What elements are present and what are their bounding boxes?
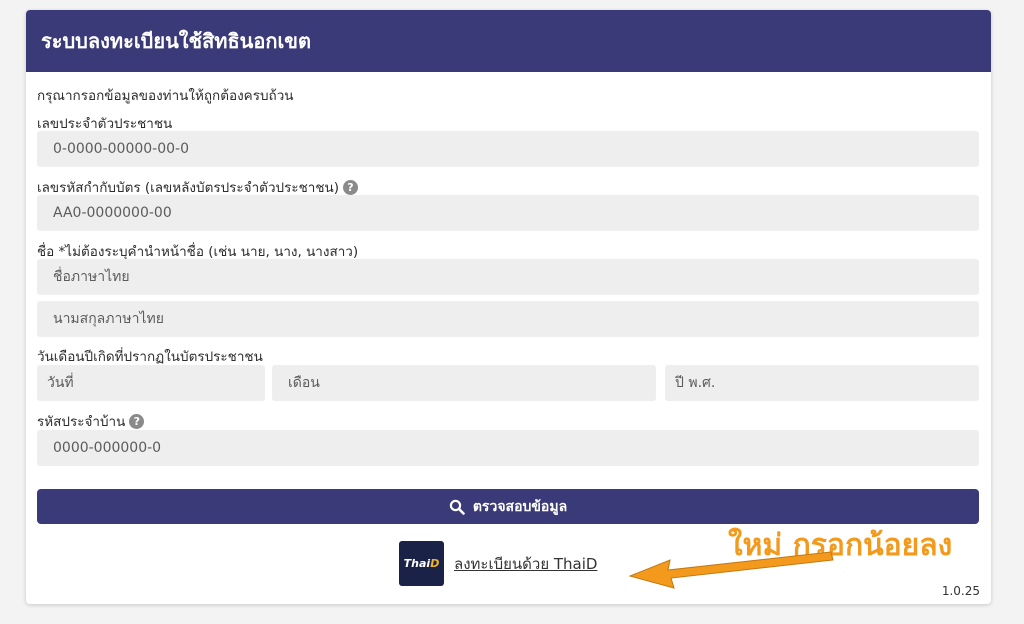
thaid-register[interactable]: Thai D ลงทะเบียนด้วย ThaiD [399,541,597,586]
thaid-logo: Thai D [399,541,444,586]
page-title: ระบบลงทะเบียนใช้สิทธินอกเขต [41,29,311,53]
help-icon[interactable]: ? [343,179,358,195]
house-code-label-row: รหัสประจำบ้าน ? [37,410,145,432]
help-icon[interactable]: ? [129,413,145,429]
citizen-id-input[interactable] [37,131,979,167]
verify-button[interactable]: ตรวจสอบข้อมูล [37,489,979,524]
laser-code-input[interactable] [37,195,979,231]
version-label: 1.0.25 [941,584,980,598]
house-code-label: รหัสประจำบ้าน [37,414,126,430]
last-name-input[interactable] [37,301,979,337]
search-icon [449,499,465,515]
card-header: ระบบลงทะเบียนใช้สิทธินอกเขต [26,10,991,72]
annotation-arrow-icon [628,551,834,589]
house-code-input[interactable] [37,430,979,466]
birth-month-select[interactable] [272,365,656,401]
birth-year-select[interactable] [665,365,979,401]
form-intro: กรุณากรอกข้อมูลของท่านให้ถูกต้องครบถ้วน [37,88,294,104]
birth-day-select[interactable] [37,365,265,401]
first-name-input[interactable] [37,259,979,295]
thaid-register-link[interactable]: ลงทะเบียนด้วย ThaiD [454,552,597,576]
verify-button-label: ตรวจสอบข้อมูล [472,498,568,515]
registration-card: ระบบลงทะเบียนใช้สิทธินอกเขต กรุณากรอกข้อ… [26,10,991,604]
birthdate-label: วันเดือนปีเกิดที่ปรากฏในบัตรประชาชน [37,349,263,365]
